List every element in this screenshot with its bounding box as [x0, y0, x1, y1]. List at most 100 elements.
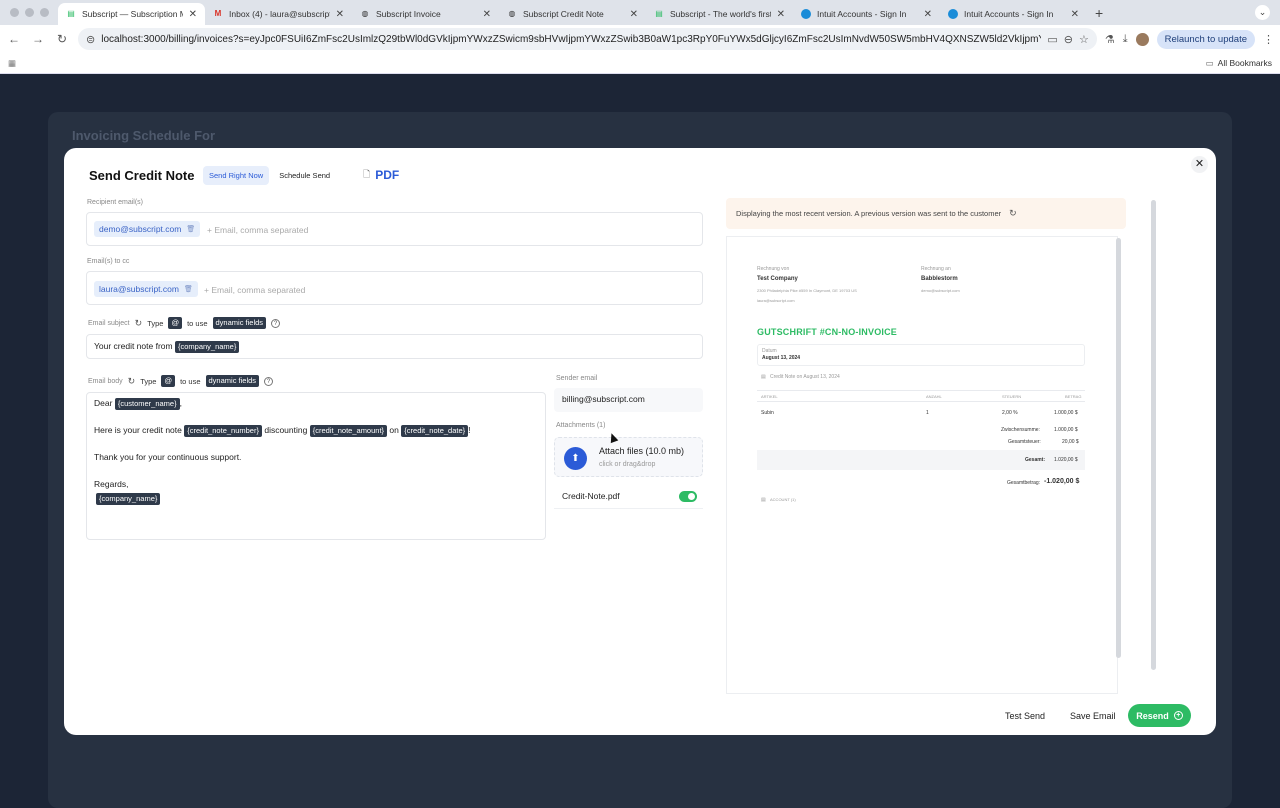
dynamic-fields-tag: dynamic fields	[205, 375, 260, 387]
intuit-icon	[801, 9, 811, 19]
close-icon[interactable]: ✕	[189, 9, 197, 20]
star-icon[interactable]: ☆	[1079, 33, 1089, 46]
browser-tab[interactable]: M Inbox (4) - laura@subscript.c ✕	[205, 3, 352, 25]
close-icon[interactable]: ✕	[630, 9, 638, 20]
apps-icon[interactable]: ▦	[8, 58, 16, 69]
subscript-logo-icon: ▤	[655, 9, 663, 18]
close-icon[interactable]: ✕	[1191, 156, 1208, 173]
body-line-thanks: Thank you for your continuous support.	[94, 452, 242, 462]
send-right-now-tab[interactable]: Send Right Now	[203, 166, 270, 185]
browser-tab[interactable]: ◍ Subscript Credit Note ✕	[499, 3, 646, 25]
body-line-signature: {company_name}	[96, 492, 161, 506]
credit-note-date-tag: {credit_note_date}	[401, 425, 469, 437]
reload-icon[interactable]: ↻	[54, 32, 70, 46]
file-upload-icon: ⬆	[564, 447, 587, 470]
window-controls[interactable]	[0, 8, 58, 17]
preview-col-qty: ANZAHL	[926, 394, 942, 399]
close-icon[interactable]: ✕	[1071, 9, 1079, 20]
forward-icon[interactable]: →	[30, 32, 46, 46]
tab-label: Subscript Invoice	[376, 9, 441, 19]
subscript-logo-icon: ▤	[67, 9, 75, 18]
preview-total-label: Gesamt:	[1025, 457, 1046, 463]
preview-scrollbar[interactable]	[1116, 238, 1121, 658]
tab-label: Subscript — Subscription Ma	[82, 9, 183, 19]
attachment-toggle[interactable]	[679, 491, 697, 502]
preview-to-email: demo@subscript.com	[921, 288, 960, 293]
preview-col-amount: BETRAG	[1065, 394, 1082, 399]
close-icon[interactable]: ✕	[483, 9, 491, 20]
recipient-input[interactable]: + Email, comma separated	[207, 225, 308, 235]
attach-dropzone[interactable]: ⬆ Attach files (10.0 mb) click or drag&d…	[554, 437, 703, 477]
preview-from-email: laura@subscript.com	[757, 298, 795, 303]
attach-title: Attach files (10.0 mb)	[599, 446, 685, 456]
body-label: Email body	[88, 377, 123, 385]
close-icon[interactable]: ✕	[777, 9, 785, 20]
resend-button[interactable]: Resend +	[1128, 704, 1191, 727]
document-icon: 🗋	[363, 169, 371, 179]
all-bookmarks-link[interactable]: All Bookmarks	[1218, 58, 1272, 68]
browser-tab[interactable]: ◍ Subscript Invoice ✕	[352, 3, 499, 25]
customer-name-tag: {customer_name}	[114, 398, 180, 410]
credit-note-number-tag: {credit_note_number}	[184, 425, 262, 437]
url-input[interactable]: ⊜ localhost:3000/billing/invoices?s=eyJp…	[78, 28, 1097, 50]
cc-chip[interactable]: laura@subscript.com 🗑	[94, 281, 198, 297]
email-body-editor[interactable]	[86, 392, 546, 540]
trash-icon[interactable]: 🗑	[184, 285, 193, 293]
relaunch-button[interactable]: Relaunch to update	[1156, 29, 1255, 49]
zoom-icon[interactable]: ⊖	[1064, 33, 1073, 46]
schedule-send-tab[interactable]: Schedule Send	[273, 166, 336, 185]
document-icon: ▤	[761, 374, 766, 380]
preview-from-label: Rechnung von	[757, 266, 790, 272]
recipient-chip[interactable]: demo@subscript.com 🗑	[94, 221, 201, 237]
refresh-icon[interactable]: ↻	[1009, 208, 1017, 219]
body-text: on	[389, 425, 399, 435]
preview-col-item: ARTIKEL	[761, 394, 778, 399]
lab-icon[interactable]: ⚗	[1105, 33, 1115, 46]
preview-total-tax-label: Gesamtsteuer:	[1008, 439, 1041, 445]
test-send-button[interactable]: Test Send	[997, 706, 1053, 726]
sender-email-field[interactable]: billing@subscript.com	[554, 388, 703, 412]
browser-tab[interactable]: Intuit Accounts - Sign In ✕	[793, 3, 940, 25]
preview-date-box	[757, 344, 1085, 366]
chevron-down-icon[interactable]: ⌄	[1255, 5, 1270, 20]
notice-text: Displaying the most recent version. A pr…	[736, 209, 1002, 218]
close-icon[interactable]: ✕	[336, 9, 344, 20]
cast-icon[interactable]: ▭	[1047, 33, 1057, 46]
cc-input[interactable]: + Email, comma separated	[204, 285, 305, 295]
refresh-icon[interactable]: ↻	[135, 318, 143, 329]
preview-row-item: Subin	[761, 410, 774, 416]
close-icon[interactable]: ✕	[924, 9, 932, 20]
preview-row-qty: 1	[926, 410, 929, 416]
help-icon[interactable]: ?	[264, 376, 274, 386]
chip-label: demo@subscript.com	[99, 224, 182, 234]
refresh-icon[interactable]: ↻	[128, 376, 136, 387]
sender-label: Sender email	[556, 375, 598, 382]
download-icon[interactable]: ⤓	[1123, 33, 1128, 46]
browser-tab[interactable]: Intuit Accounts - Sign In ✕	[940, 3, 1087, 25]
trash-icon[interactable]: 🗑	[186, 225, 195, 233]
address-bar: ← → ↻ ⊜ localhost:3000/billing/invoices?…	[0, 25, 1280, 53]
help-icon[interactable]: ?	[271, 318, 281, 328]
site-info-icon[interactable]: ⊜	[86, 33, 95, 46]
avatar[interactable]	[1135, 32, 1149, 46]
browser-tab[interactable]: ▤ Subscript — Subscription Ma ✕	[58, 3, 205, 25]
tab-label: Intuit Accounts - Sign In	[817, 9, 907, 19]
preview-subtotal-label: Zwischensumme:	[1001, 427, 1040, 433]
to-use-label: to use	[180, 376, 201, 386]
body-line-greeting: Dear {customer_name},	[94, 397, 182, 411]
new-tab-button[interactable]: +	[1087, 5, 1111, 21]
save-email-button[interactable]: Save Email	[1062, 706, 1124, 726]
globe-icon: ◍	[508, 9, 516, 18]
dear-text: Dear	[94, 398, 113, 408]
type-label: Type	[140, 376, 157, 386]
at-tag: @	[161, 375, 176, 387]
more-icon[interactable]: ⋮	[1263, 33, 1274, 46]
preview-total-value: 1.020,00 $	[1054, 457, 1078, 463]
back-icon[interactable]: ←	[6, 32, 22, 46]
browser-tab[interactable]: ▤ Subscript - The world's first c ✕	[646, 3, 793, 25]
modal-scrollbar[interactable]	[1151, 200, 1156, 670]
to-use-label: to use	[187, 318, 208, 328]
preview-subtotal-value: 1.000,00 $	[1054, 427, 1078, 433]
pdf-link[interactable]: 🗋 PDF	[363, 167, 399, 183]
recipient-label: Recipient email(s)	[87, 199, 144, 206]
